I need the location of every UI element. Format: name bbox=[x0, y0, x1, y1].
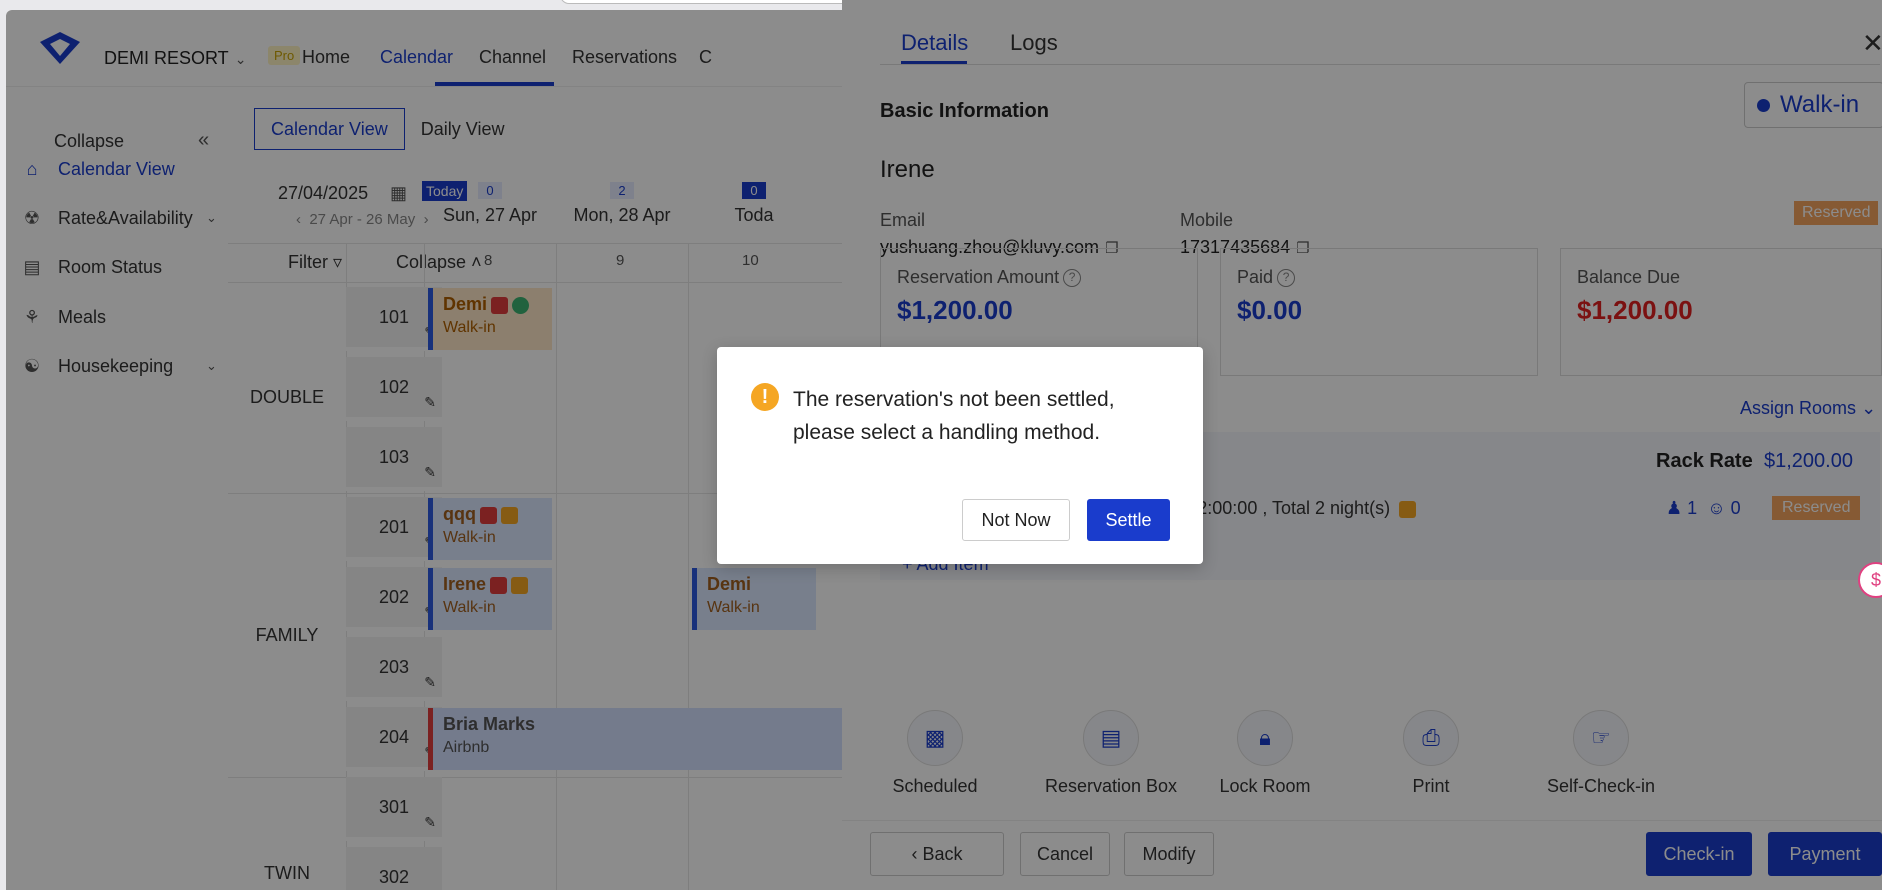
settle-button[interactable]: Settle bbox=[1087, 499, 1170, 541]
dialog-message: The reservation's not been settled, plea… bbox=[793, 388, 1115, 444]
not-now-button[interactable]: Not Now bbox=[962, 499, 1070, 541]
warning-icon: ! bbox=[751, 383, 779, 411]
settle-dialog: ! The reservation's not been settled, pl… bbox=[717, 347, 1203, 564]
